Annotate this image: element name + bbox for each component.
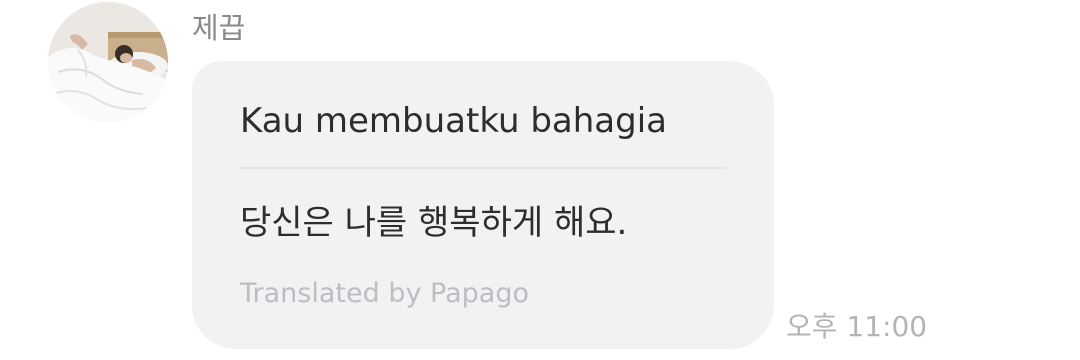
sender-avatar[interactable] [48, 2, 168, 122]
message-timestamp: 오후 11:00 [786, 310, 928, 343]
message-bubble[interactable]: Kau membuatku bahagia 당신은 나를 행복하게 해요. Tr… [192, 61, 774, 349]
translation-divider [240, 167, 726, 169]
chat-message-row: 제끕 Kau membuatku bahagia 당신은 나를 행복하게 해요.… [0, 0, 1080, 360]
original-message-text: Kau membuatku bahagia [240, 101, 668, 141]
profile-photo-icon [48, 2, 168, 122]
translation-attribution: Translated by Papago [240, 278, 529, 309]
sender-name: 제끕 [192, 11, 246, 45]
translated-message-text: 당신은 나를 행복하게 해요. [240, 203, 628, 243]
